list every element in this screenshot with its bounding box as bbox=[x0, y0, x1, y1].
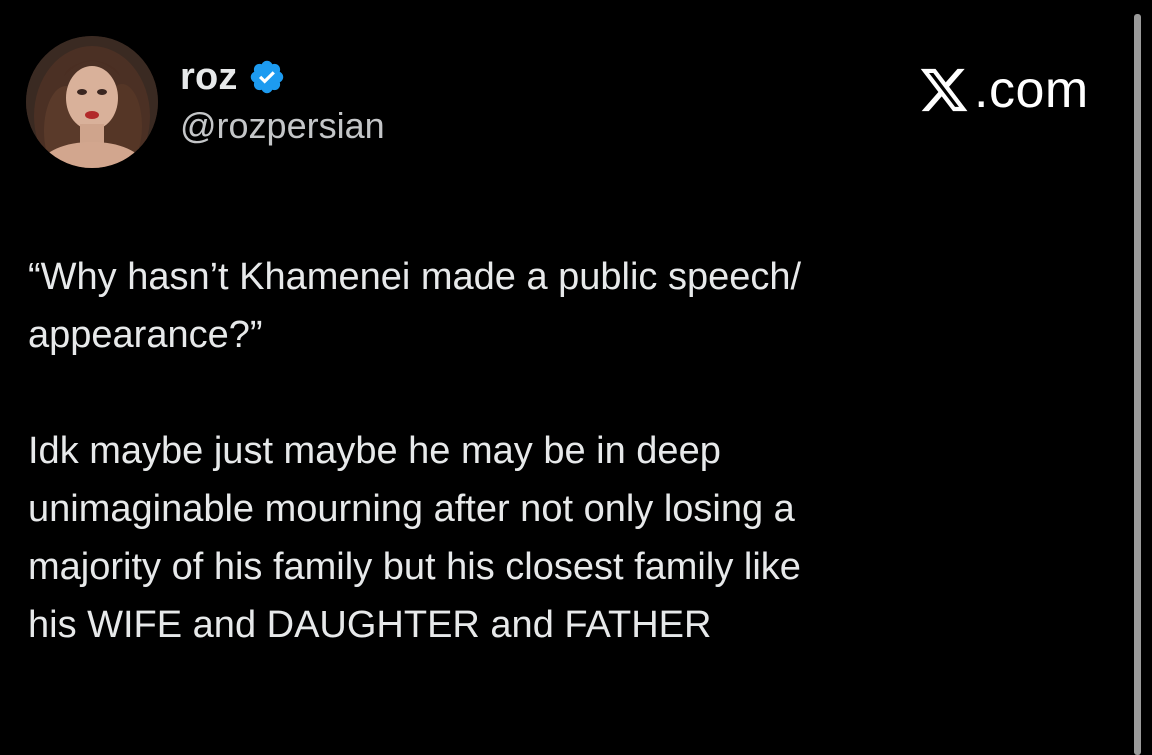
author-name-row[interactable]: roz bbox=[180, 52, 286, 102]
brand-logo: .com bbox=[918, 60, 1089, 120]
tweet-paragraph-2: Idk maybe just maybe he may be in deep u… bbox=[28, 430, 801, 646]
scrollbar[interactable] bbox=[1134, 14, 1141, 755]
verified-badge-icon bbox=[250, 60, 283, 94]
avatar[interactable] bbox=[26, 36, 158, 168]
tweet-text: “Why hasn’t Khamenei made a public speec… bbox=[28, 248, 1108, 654]
tweet-card: roz @rozpersian .com “Why hasn’t Khamene… bbox=[0, 0, 1152, 755]
user-handle[interactable]: @rozpersian bbox=[180, 105, 385, 147]
x-logo-icon bbox=[920, 68, 968, 112]
avatar-image bbox=[26, 36, 158, 168]
display-name[interactable]: roz bbox=[180, 56, 238, 99]
brand-text: .com bbox=[974, 61, 1089, 119]
tweet-paragraph-1: “Why hasn’t Khamenei made a public speec… bbox=[28, 256, 802, 356]
